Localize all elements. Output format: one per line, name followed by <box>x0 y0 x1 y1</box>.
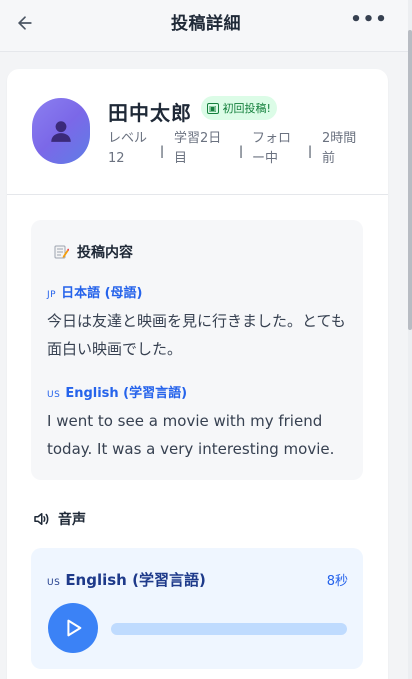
avatar[interactable] <box>32 98 90 164</box>
level-text: レベル 12 <box>108 131 148 166</box>
jp-flag-icon: JP <box>47 290 57 300</box>
audio-heading: 音声 <box>32 509 86 529</box>
new-icon: ▣ <box>207 102 219 114</box>
meta-separator: | <box>239 144 244 158</box>
first-post-badge: ▣ 初回投稿! <box>201 96 277 120</box>
native-post-text: 今日は友達と映画を見に行きました。とても面白い映画でした。 <box>47 312 346 358</box>
learning-post-text: I went to see a movie with my friend tod… <box>47 412 335 458</box>
audio-language-text: English (学習言語) <box>65 571 206 589</box>
posted-time-text: 2時間前 <box>322 131 357 166</box>
audio-duration: 8秒 <box>326 574 348 589</box>
native-language-text: 日本語 (母語) <box>61 286 143 301</box>
app-header: 投稿詳細 ••• <box>0 0 412 52</box>
audio-player: US English (学習言語) 8秒 <box>31 548 363 669</box>
play-button[interactable] <box>48 603 98 653</box>
profile-meta: レベル 12 | 学習2日目 | フォロー中 | 2時間前 <box>108 129 378 171</box>
post-content-heading: 投稿内容 <box>53 242 133 262</box>
learning-language-text: English (学習言語) <box>65 386 188 401</box>
scrollbar[interactable] <box>408 0 412 679</box>
audio-title: 音声 <box>58 512 86 528</box>
meta-separator: | <box>160 144 165 158</box>
user-icon <box>51 121 71 142</box>
meta-separator: | <box>308 144 313 158</box>
memo-icon <box>54 245 69 259</box>
more-horizontal-icon: ••• <box>350 8 388 30</box>
post-content-title: 投稿内容 <box>77 245 133 261</box>
us-flag-icon: US <box>47 578 61 588</box>
play-icon <box>67 619 82 637</box>
more-button[interactable]: ••• <box>350 8 387 30</box>
learning-language-label: US English (学習言語) <box>47 382 187 401</box>
follow-status-text[interactable]: フォロー中 <box>252 129 302 169</box>
divider <box>7 194 388 195</box>
post-card: 田中太郎 ▣ 初回投稿! レベル 12 | 学習2日目 | フォロー中 | 2時… <box>7 69 388 679</box>
audio-language-label: US English (学習言語) <box>47 569 206 590</box>
scrollbar-thumb[interactable] <box>408 30 412 330</box>
audio-progress-bar[interactable] <box>111 623 347 635</box>
user-name[interactable]: 田中太郎 <box>108 97 192 126</box>
native-language-label: JP 日本語 (母語) <box>47 282 143 301</box>
badge-label: 初回投稿! <box>222 102 271 115</box>
speaker-icon <box>34 513 49 525</box>
post-content-box: 投稿内容 JP 日本語 (母語) 今日は友達と映画を見に行きました。とても面白い… <box>31 220 363 480</box>
study-days-text: 学習2日目 <box>174 131 222 166</box>
us-flag-icon: US <box>47 390 61 400</box>
